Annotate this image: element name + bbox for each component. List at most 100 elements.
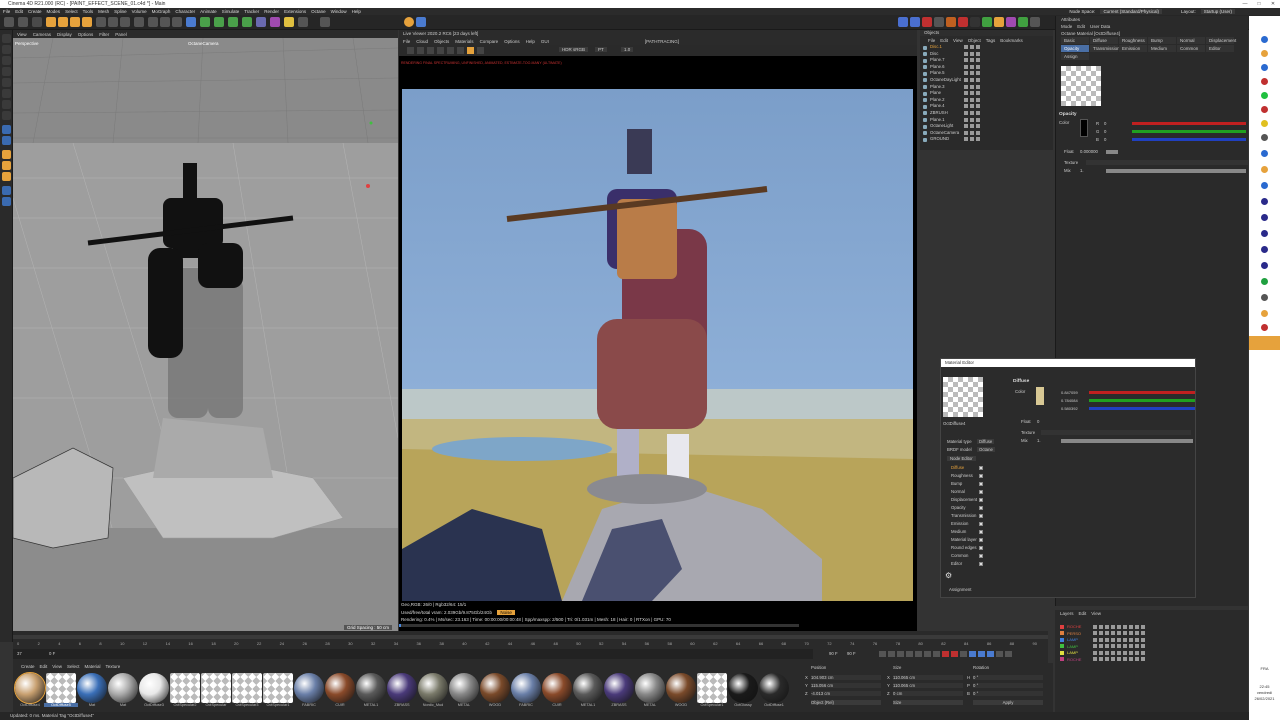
c4d-icon[interactable]	[1261, 150, 1268, 157]
material-tag-icon[interactable]	[970, 97, 974, 102]
tab-basic[interactable]: Basic	[1061, 37, 1089, 44]
param-key-icon[interactable]	[996, 651, 1003, 657]
layer-toggle-icon[interactable]	[1135, 644, 1139, 648]
layer-toggle-icon[interactable]	[1135, 650, 1139, 655]
planar-workplane-icon[interactable]	[2, 186, 11, 195]
channel-row[interactable]: Roughness	[945, 473, 983, 478]
layer-toggle-icon[interactable]	[1117, 650, 1121, 655]
float-value[interactable]: 0.000000	[1080, 149, 1098, 154]
layer-toggle-icon[interactable]	[1123, 657, 1127, 661]
kernel-dropdown[interactable]: PT	[595, 47, 607, 52]
app-icon-20[interactable]	[1261, 324, 1268, 331]
material-label[interactable]: OctGlossy	[726, 703, 760, 707]
layer-toggle-icon[interactable]	[1135, 637, 1139, 642]
layer-toggle-icon[interactable]	[1105, 650, 1109, 655]
app-icon-15[interactable]	[1261, 246, 1268, 253]
material-tag-icon[interactable]	[976, 91, 980, 96]
channel-label[interactable]: Editor	[945, 561, 962, 566]
layer-toggle-icon[interactable]	[1117, 657, 1121, 661]
material-swatch[interactable]	[542, 673, 572, 703]
me-b-slider[interactable]	[1089, 407, 1195, 410]
app-icon-8[interactable]	[1261, 134, 1268, 141]
restart-icon[interactable]	[417, 47, 424, 54]
lv-menu-materials[interactable]: Materials	[455, 39, 473, 44]
material-tag-icon[interactable]	[964, 130, 968, 135]
b-slider[interactable]	[1132, 138, 1246, 141]
material-swatch[interactable]	[511, 673, 541, 703]
coord-mode-dropdown[interactable]: Object (Rel)	[811, 700, 881, 705]
layer-toggle-icon[interactable]	[1141, 650, 1145, 655]
material-tag-icon[interactable]	[970, 117, 974, 122]
node-space-dropdown[interactable]: Current (Standard/Physical)	[1100, 9, 1162, 14]
layer-toggle-icon[interactable]	[1129, 624, 1133, 629]
channel-label[interactable]: Emission	[945, 521, 968, 526]
objects-menu-edit[interactable]: Edit	[940, 38, 948, 43]
tab-bump[interactable]: Bump	[1148, 37, 1176, 44]
material-label[interactable]: CUIR	[540, 703, 574, 707]
app-icon-12[interactable]	[1261, 198, 1268, 205]
lv-menu-options[interactable]: Options	[504, 39, 520, 44]
clock-time[interactable]: 22:45	[1249, 684, 1280, 689]
material-swatch[interactable]	[759, 673, 789, 703]
material-tag-icon[interactable]	[970, 71, 974, 76]
material-swatch[interactable]	[325, 673, 355, 703]
layer-toggle-icon[interactable]	[1129, 631, 1133, 635]
channel-checkbox[interactable]	[979, 561, 983, 566]
layer-toggle-icon[interactable]	[1141, 631, 1145, 635]
workplane-lock-icon[interactable]	[2, 136, 11, 145]
layer-toggle-icon[interactable]	[1099, 624, 1103, 629]
render-view-icon[interactable]	[148, 17, 158, 27]
layer-row[interactable]: ROCHE	[1060, 624, 1147, 629]
material-tag-icon[interactable]	[976, 51, 980, 56]
points-mode-icon[interactable]	[2, 67, 11, 76]
menu-spline[interactable]: Spline	[114, 9, 127, 14]
layer-toggle-icon[interactable]	[1099, 644, 1103, 648]
layer-toggle-icon[interactable]	[1093, 637, 1097, 642]
render-settings-icon[interactable]	[172, 17, 182, 27]
layer-name[interactable]: PERSO	[1067, 631, 1093, 636]
app-icon-6[interactable]	[1261, 106, 1268, 113]
y-position[interactable]: 115.056 cm	[811, 683, 881, 688]
material-label[interactable]: Mat	[106, 703, 140, 707]
object-row[interactable]: Plane.7	[920, 57, 1053, 64]
material-tag-icon[interactable]	[964, 104, 968, 109]
channel-row[interactable]: Emission	[945, 521, 983, 526]
layer-toggle-icon[interactable]	[1111, 657, 1115, 661]
material-tag-icon[interactable]	[976, 117, 980, 122]
material-tag-icon[interactable]	[976, 64, 980, 69]
close-button[interactable]: ✕	[1266, 0, 1280, 8]
float-slider[interactable]	[1106, 150, 1118, 154]
app-icon-1[interactable]	[1261, 36, 1268, 43]
r-value[interactable]: 0	[1104, 121, 1106, 126]
material-menu-create[interactable]: Create	[21, 664, 35, 669]
channel-checkbox[interactable]	[979, 465, 983, 470]
viewport-menu-view[interactable]: View	[17, 32, 27, 37]
chrome-icon[interactable]	[1261, 120, 1268, 127]
material-label[interactable]: ZBRASS	[602, 703, 636, 707]
lv-menu-objects[interactable]: Objects	[434, 39, 449, 44]
pla-key-icon[interactable]	[1005, 651, 1012, 657]
position-key-icon[interactable]	[969, 651, 976, 657]
menu-window[interactable]: Window	[331, 9, 347, 14]
light-icon[interactable]	[284, 17, 294, 27]
attributes-menu-mode[interactable]: Mode	[1061, 24, 1072, 29]
layer-toggle-icon[interactable]	[1099, 650, 1103, 655]
current-frame[interactable]: 37	[17, 651, 22, 656]
app-icon-10[interactable]	[1261, 166, 1268, 173]
channel-label[interactable]: Opacity	[945, 505, 966, 510]
layer-color-icon[interactable]	[1060, 631, 1064, 635]
channel-checkbox[interactable]	[979, 481, 983, 486]
app-icon-2[interactable]	[1261, 50, 1268, 57]
axis-mode-icon[interactable]	[2, 100, 11, 109]
tab-normal[interactable]: Normal	[1177, 37, 1205, 44]
layer-toggle-icon[interactable]	[1105, 637, 1109, 642]
solo-hierarchy-icon[interactable]	[2, 161, 11, 170]
attributes-menu-edit[interactable]: Edit	[1077, 24, 1085, 29]
material-tag-icon[interactable]	[970, 124, 974, 129]
material-tag-icon[interactable]	[970, 91, 974, 96]
me-b-value[interactable]: 0.580392	[1061, 406, 1078, 411]
me-texture-slot[interactable]	[1041, 430, 1191, 435]
scale-key-icon[interactable]	[978, 651, 985, 657]
material-menu-select[interactable]: Select	[67, 664, 80, 669]
material-tag-icon[interactable]	[964, 71, 968, 76]
